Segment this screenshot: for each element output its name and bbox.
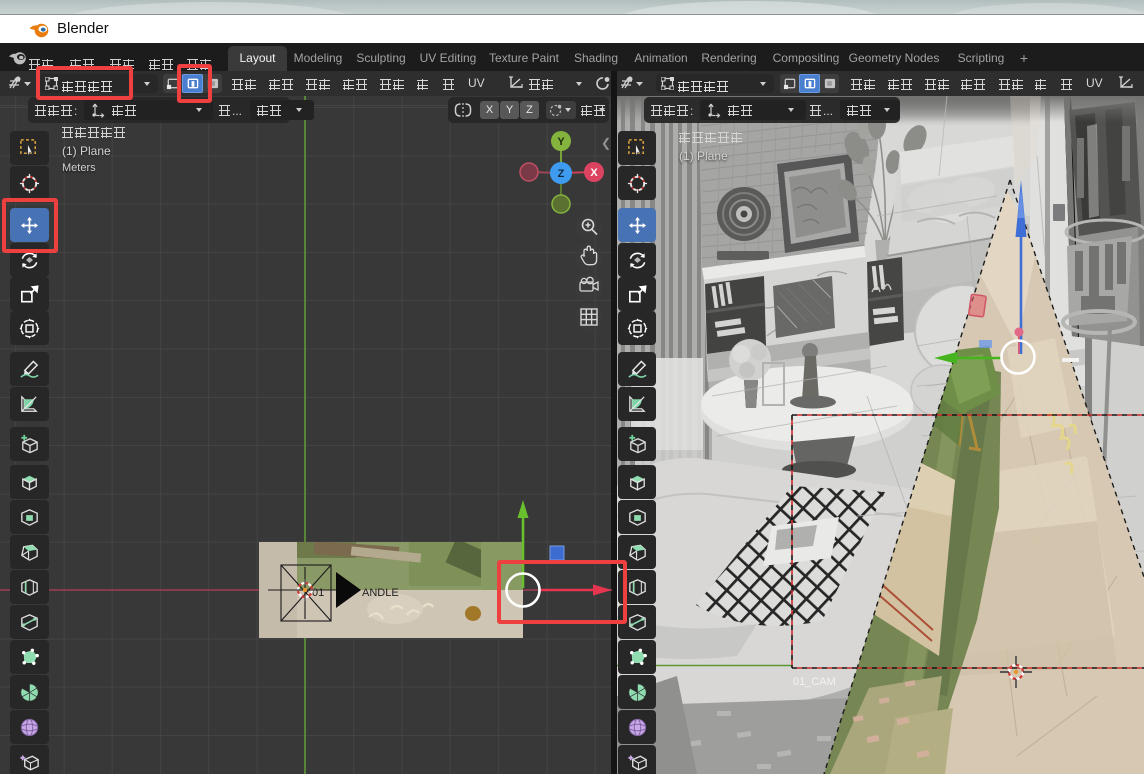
svg-text:01_CAM: 01_CAM: [793, 676, 836, 688]
svg-text:X: X: [590, 167, 598, 179]
svg-text:ANDLE: ANDLE: [362, 587, 399, 599]
svg-text:Z: Z: [558, 168, 565, 180]
svg-text:Y: Y: [557, 136, 565, 148]
svg-text:01: 01: [312, 587, 324, 599]
